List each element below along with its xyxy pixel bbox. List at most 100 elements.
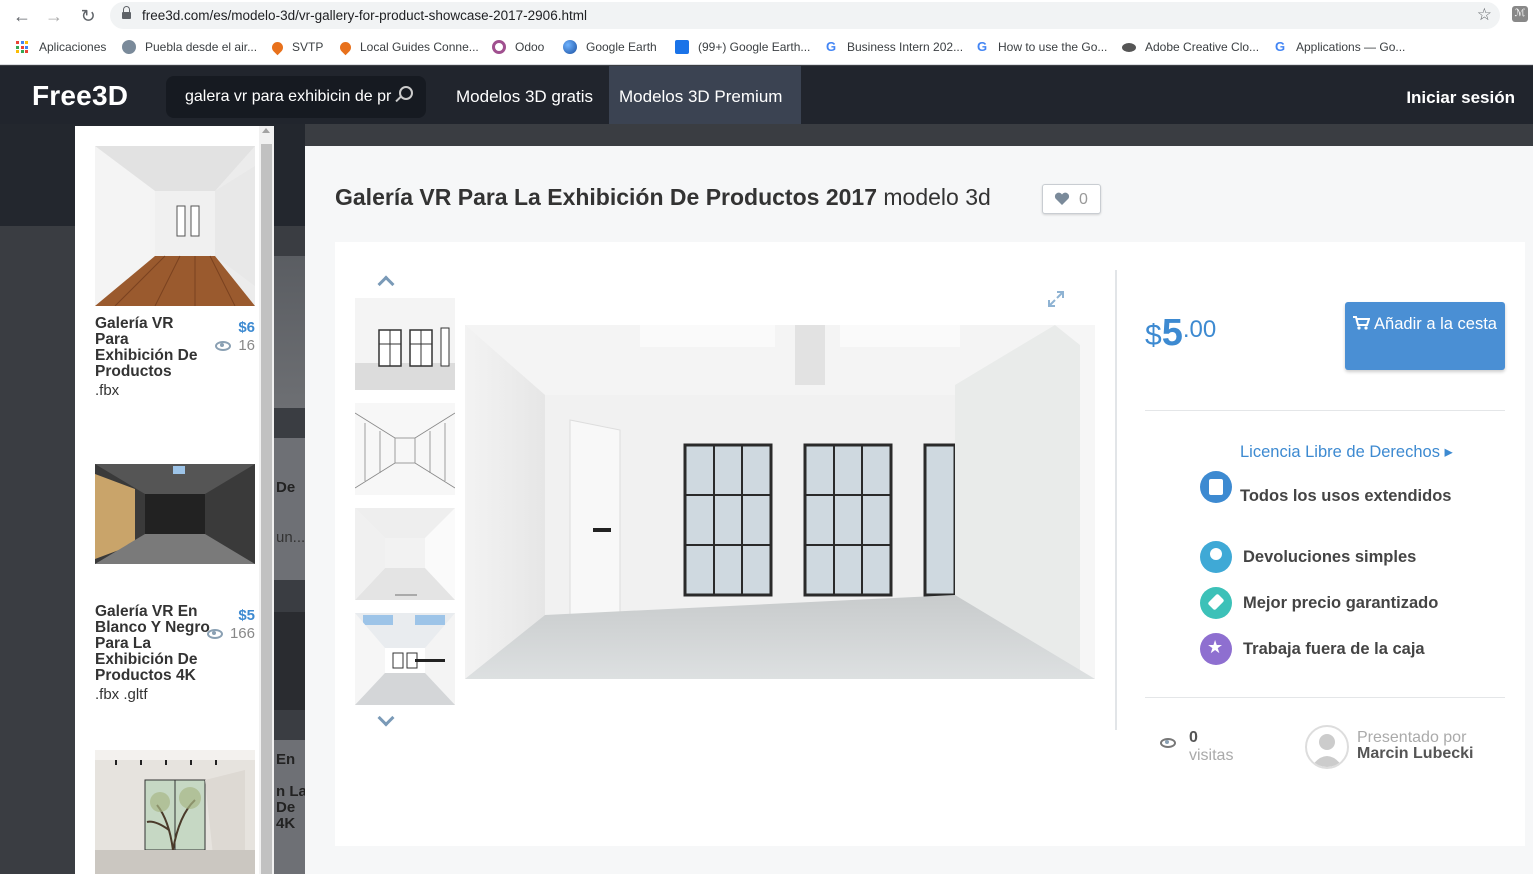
background-card-text: De (276, 479, 296, 496)
background-card-text: 4K (276, 815, 296, 832)
google-icon: G (1274, 39, 1286, 54)
search-result-item[interactable]: Galería VR Para Exhibición De Productos … (95, 146, 255, 399)
result-price: $5 (238, 607, 255, 624)
separator (1145, 697, 1505, 698)
result-thumbnail[interactable] (95, 146, 255, 306)
globe-icon (122, 40, 136, 54)
reload-icon[interactable]: ↻ (76, 4, 100, 28)
search-box[interactable]: galera vr para exhibicin de pr (166, 76, 426, 118)
bookmark-star-icon[interactable]: ☆ (1477, 5, 1492, 25)
user-return-icon (1200, 541, 1232, 573)
extension-icon[interactable]: ℳ (1512, 6, 1528, 22)
result-thumbnail[interactable] (95, 434, 255, 594)
avatar[interactable] (1305, 725, 1349, 769)
expand-icon[interactable] (1047, 290, 1065, 308)
search-icon[interactable] (399, 86, 413, 100)
license-description: Todos los usos extendidos (1240, 487, 1452, 505)
bookmark-item[interactable]: Local Guides Conne... (337, 39, 479, 55)
thumbs-up-arrow-icon[interactable] (377, 275, 395, 293)
gallery-thumbnail[interactable] (355, 298, 455, 390)
background-card (274, 612, 305, 710)
lock-icon (122, 6, 131, 20)
product-price: $5.00 (1145, 312, 1217, 354)
author-name[interactable]: Marcin Lubecki (1357, 745, 1473, 763)
add-to-cart-button[interactable]: Añadir a la cesta (1345, 302, 1505, 370)
search-results-dropdown: Galería VR Para Exhibición De Productos … (75, 126, 274, 874)
thumbs-down-arrow-icon[interactable] (377, 709, 395, 727)
feature-best-price: Mejor precio garantizado (1200, 587, 1438, 619)
background-card (274, 438, 305, 580)
document-icon (1200, 471, 1232, 503)
main-product-image (465, 325, 1095, 679)
search-result-item[interactable] (95, 750, 255, 874)
like-count: 0 (1079, 191, 1088, 208)
gallery-thumbnail[interactable] (355, 403, 455, 495)
login-link[interactable]: Iniciar sesión (1406, 88, 1515, 108)
image-viewer[interactable] (465, 262, 1095, 740)
product-title: Galería VR Para La Exhibición De Product… (335, 184, 991, 210)
heart-icon (1054, 192, 1070, 205)
scroll-up-icon[interactable] (262, 128, 270, 133)
eye-icon (215, 340, 232, 351)
separator (1145, 410, 1505, 411)
bookmark-item[interactable]: G Applications — Go... (1273, 39, 1405, 55)
google-icon: G (825, 39, 837, 54)
bookmarks-bar: Aplicaciones Puebla desde el air... SVTP… (0, 32, 1533, 65)
product-panel: Galería VR Para La Exhibición De Product… (305, 146, 1533, 874)
browser-toolbar: ← → ↻ free3d.com/es/modelo-3d/vr-gallery… (0, 0, 1533, 32)
bookmark-item[interactable]: G Business Intern 202... (824, 39, 963, 55)
result-price: $6 (238, 319, 255, 336)
price-tag-icon (1200, 587, 1232, 619)
background-card-text: n La (276, 783, 307, 800)
bookmark-apps[interactable]: Aplicaciones (16, 40, 106, 54)
bookmark-item[interactable]: Odoo (492, 40, 544, 54)
background-card-text: De (276, 799, 296, 816)
scrollbar-thumb[interactable] (261, 144, 272, 874)
result-title[interactable]: Galería VR En Blanco Y Negro Para La Exh… (95, 604, 210, 684)
forward-icon[interactable]: → (42, 4, 66, 28)
like-button[interactable]: 0 (1042, 184, 1101, 214)
gallery-thumbnail[interactable] (355, 613, 455, 705)
license-feature (1200, 471, 1232, 503)
google-earth-icon (563, 40, 577, 54)
background-card (274, 256, 305, 408)
address-bar[interactable]: free3d.com/es/modelo-3d/vr-gallery-for-p… (110, 2, 1500, 29)
result-formats: .fbx (95, 382, 120, 399)
background-card-text: un... (276, 529, 306, 546)
bookmark-item[interactable]: SVTP (269, 39, 323, 55)
bookmark-item[interactable]: (99+) Google Earth... (675, 40, 810, 54)
product-details: $5.00 Añadir a la cesta Licencia Libre d… (335, 242, 1525, 846)
feature-returns: Devoluciones simples (1200, 541, 1416, 573)
eye-icon (1160, 738, 1176, 748)
adobe-icon (1122, 42, 1136, 52)
result-formats: .fbx .gltf (95, 686, 148, 703)
eye-icon (206, 628, 223, 639)
chat-icon (675, 40, 689, 54)
map-pin-icon (269, 39, 286, 55)
site-logo[interactable]: Free3D (32, 80, 128, 112)
result-title[interactable]: Galería VR Para Exhibición De Productos (95, 316, 210, 380)
star-icon: ★ (1200, 633, 1232, 665)
nav-premium-models[interactable]: Modelos 3D Premium (609, 66, 801, 124)
dropdown-scrollbar[interactable] (259, 126, 274, 874)
bookmark-item[interactable]: Puebla desde el air... (122, 40, 257, 54)
nav-free-models[interactable]: Modelos 3D gratis (446, 66, 603, 124)
map-pin-icon (337, 39, 354, 55)
gallery-thumbnail[interactable] (355, 508, 455, 600)
bookmark-item[interactable]: G How to use the Go... (975, 39, 1107, 55)
background-card-text: En (276, 751, 296, 768)
bookmark-item[interactable]: Adobe Creative Clo... (1122, 40, 1259, 54)
column-divider (1115, 270, 1117, 730)
apps-grid-icon (16, 41, 28, 53)
result-views: 166 (206, 625, 255, 642)
back-icon[interactable]: ← (10, 4, 34, 28)
bookmark-item[interactable]: Google Earth (563, 40, 657, 54)
google-icon: G (976, 39, 988, 54)
search-input[interactable]: galera vr para exhibicin de pr (185, 88, 400, 106)
result-thumbnail[interactable] (95, 750, 255, 874)
search-result-item[interactable]: Galería VR En Blanco Y Negro Para La Exh… (95, 434, 255, 703)
cart-icon (1353, 316, 1371, 330)
result-views: 16 (215, 337, 255, 354)
odoo-icon (492, 40, 506, 54)
license-link[interactable]: Licencia Libre de Derechos ▸ (1240, 441, 1453, 463)
